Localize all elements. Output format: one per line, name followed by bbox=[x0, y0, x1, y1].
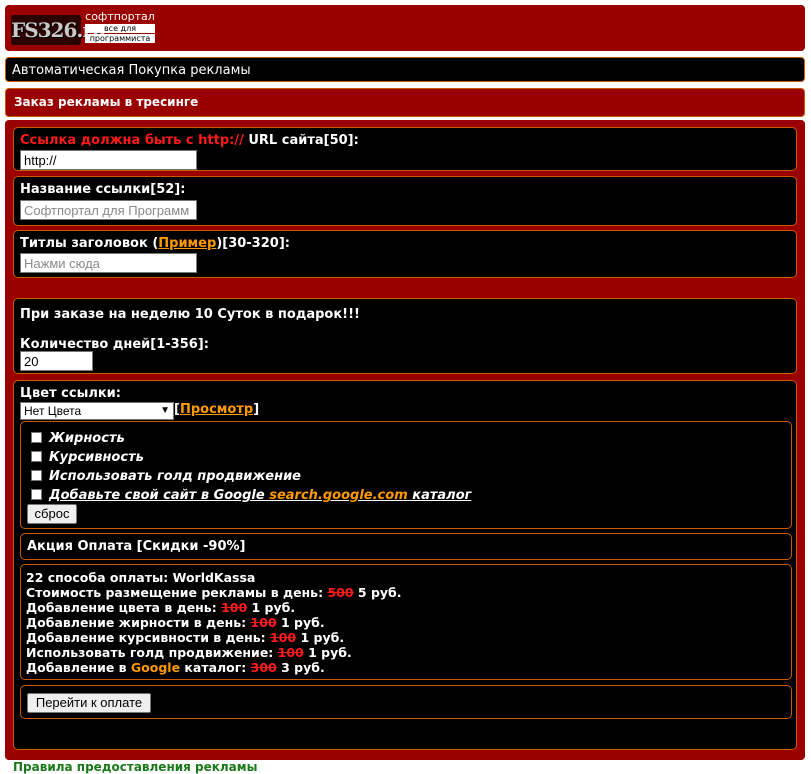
url-label-text: URL сайта[50]: bbox=[243, 133, 359, 148]
price-color-old: 100 bbox=[221, 600, 248, 615]
italic-checkbox[interactable] bbox=[31, 451, 42, 462]
url-warning: Ссылка должна быть с http:// bbox=[20, 133, 244, 148]
price-google-new: 3 руб. bbox=[276, 660, 325, 675]
price-italic-old: 100 bbox=[270, 630, 297, 645]
price-bold-new: 1 руб. bbox=[276, 615, 325, 630]
price-placement-label: Стоимость размещение рекламы в день: bbox=[26, 585, 328, 600]
option-italic: Курсивность bbox=[31, 450, 144, 465]
link-name-input[interactable] bbox=[20, 200, 197, 220]
payment-panel: Перейти к оплате bbox=[20, 685, 792, 719]
price-italic-label: Добавление курсивности в день: bbox=[26, 630, 271, 645]
days-section: При заказе на неделю 10 Суток в подарок!… bbox=[13, 298, 797, 374]
nav-bar: Автоматическая Покупка рекламы bbox=[5, 57, 805, 82]
promo-bar: Акция Оплата [Скидки -90%] bbox=[20, 533, 792, 560]
titles-label: Титлы заголовок (Пример)[30-320]: bbox=[20, 236, 290, 251]
chevron-down-icon: ▼ bbox=[160, 405, 170, 416]
site-logo[interactable]: FS326.ru софтпортал все для программиста bbox=[11, 11, 155, 49]
bold-label: Жирность bbox=[49, 431, 125, 446]
option-bold: Жирность bbox=[31, 431, 125, 446]
preview-wrapper: [Просмотр] bbox=[174, 402, 259, 417]
color-select[interactable]: Нет Цвета ▼ bbox=[20, 402, 174, 420]
color-select-value: Нет Цвета bbox=[24, 404, 82, 418]
url-input[interactable] bbox=[20, 150, 197, 170]
price-bold-label: Добавление жирности в день: bbox=[26, 615, 251, 630]
option-google: Добавьте свой сайт в Google search.googl… bbox=[31, 488, 471, 503]
price-placement: Стоимость размещение рекламы в день: 500… bbox=[26, 585, 402, 600]
price-placement-new: 5 руб. bbox=[353, 585, 402, 600]
url-label: Ссылка должна быть с http:// URL сайта[5… bbox=[20, 133, 359, 148]
logo-line-3: программиста bbox=[85, 34, 155, 43]
url-section: Ссылка должна быть с http:// URL сайта[5… bbox=[13, 127, 797, 171]
days-input[interactable] bbox=[20, 351, 93, 371]
promo-text: Акция Оплата [Скидки -90%] bbox=[27, 539, 246, 554]
site-header: FS326.ru софтпортал все для программиста bbox=[5, 5, 805, 51]
price-google-old: 300 bbox=[250, 660, 277, 675]
payment-methods: 22 способа оплаты: WorldKassa bbox=[26, 570, 256, 585]
color-label: Цвет ссылки: bbox=[20, 386, 121, 401]
price-bold-old: 100 bbox=[250, 615, 277, 630]
link-name-label: Название ссылки[52]: bbox=[20, 182, 186, 197]
price-gold-label: Использовать голд продвижение: bbox=[26, 645, 278, 660]
logo-line-1: софтпортал bbox=[85, 10, 155, 23]
color-section: Цвет ссылки: Нет Цвета ▼ [Просмотр] Жирн… bbox=[13, 380, 797, 750]
price-italic-new: 1 руб. bbox=[296, 630, 345, 645]
google-label-prefix: Добавьте свой сайт в Google bbox=[49, 488, 270, 503]
options-panel: Жирность Курсивность Использовать голд п… bbox=[20, 421, 792, 529]
titles-section: Титлы заголовок (Пример)[30-320]: bbox=[13, 230, 797, 278]
price-gold-old: 100 bbox=[277, 645, 304, 660]
section-title: Заказ рекламы в тресинге bbox=[5, 88, 805, 117]
gold-label: Использовать голд продвижение bbox=[49, 469, 301, 484]
nav-bar-text: Автоматическая Покупка рекламы bbox=[12, 63, 251, 78]
bold-checkbox[interactable] bbox=[31, 432, 42, 443]
logo-mark: FS326.ru bbox=[11, 15, 106, 45]
price-color-label: Добавление цвета в день: bbox=[26, 600, 222, 615]
price-italic: Добавление курсивности в день: 100 1 руб… bbox=[26, 630, 344, 645]
titles-label-suffix: )[30-320]: bbox=[216, 236, 290, 251]
price-gold: Использовать голд продвижение: 100 1 руб… bbox=[26, 645, 352, 660]
price-color-new: 1 руб. bbox=[247, 600, 296, 615]
section-title-text: Заказ рекламы в тресинге bbox=[14, 95, 199, 109]
price-color: Добавление цвета в день: 100 1 руб. bbox=[26, 600, 295, 615]
pay-button[interactable]: Перейти к оплате bbox=[27, 693, 151, 713]
rules-heading[interactable]: Правила предоставления рекламы bbox=[13, 760, 257, 774]
link-name-section: Название ссылки[52]: bbox=[13, 176, 797, 226]
preview-bracket-close: ] bbox=[253, 402, 260, 417]
logo-tagline: софтпортал все для программиста bbox=[85, 11, 155, 43]
titles-label-prefix: Титлы заголовок ( bbox=[20, 236, 159, 251]
days-promo: При заказе на неделю 10 Суток в подарок!… bbox=[20, 307, 360, 322]
price-google-suffix: каталог: bbox=[180, 660, 251, 675]
price-google-prefix: Добавление в bbox=[26, 660, 131, 675]
reset-button[interactable]: сброс bbox=[27, 504, 77, 524]
google-catalog-link[interactable]: search.google.com bbox=[269, 488, 408, 503]
price-gold-new: 1 руб. bbox=[303, 645, 352, 660]
logo-line-2: все для bbox=[85, 24, 155, 33]
google-checkbox[interactable] bbox=[31, 489, 42, 500]
days-label: Количество дней[1-356]: bbox=[20, 337, 209, 352]
price-placement-old: 500 bbox=[327, 585, 354, 600]
order-form: Ссылка должна быть с http:// URL сайта[5… bbox=[5, 120, 805, 774]
gold-checkbox[interactable] bbox=[31, 470, 42, 481]
preview-link[interactable]: Просмотр bbox=[180, 402, 253, 417]
example-link[interactable]: Пример bbox=[158, 236, 216, 251]
price-bold: Добавление жирности в день: 100 1 руб. bbox=[26, 615, 325, 630]
price-google: Добавление в Google каталог: 300 3 руб. bbox=[26, 660, 325, 675]
pricing-panel: 22 способа оплаты: WorldKassa Стоимость … bbox=[20, 564, 792, 680]
italic-label: Курсивность bbox=[49, 450, 144, 465]
titles-input[interactable] bbox=[20, 253, 197, 273]
option-gold: Использовать голд продвижение bbox=[31, 469, 301, 484]
price-google-word: Google bbox=[130, 660, 181, 675]
google-label-suffix: каталог bbox=[407, 488, 472, 503]
